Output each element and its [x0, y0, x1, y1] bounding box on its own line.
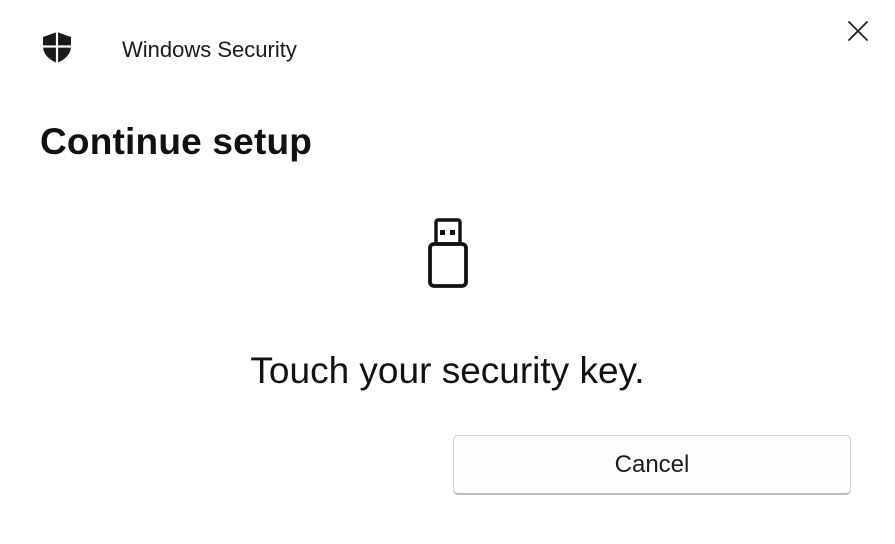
window-title: Windows Security	[122, 37, 297, 62]
close-icon	[847, 20, 869, 47]
cancel-button[interactable]: Cancel	[453, 435, 851, 495]
usb-security-key-icon	[426, 218, 470, 288]
instruction-message: Touch your security key.	[250, 350, 645, 391]
shield-icon	[40, 30, 74, 64]
page-title: Continue setup	[40, 121, 313, 162]
close-button[interactable]	[836, 12, 880, 54]
security-dialog: Windows Security Continue setup Touch yo…	[0, 0, 895, 544]
